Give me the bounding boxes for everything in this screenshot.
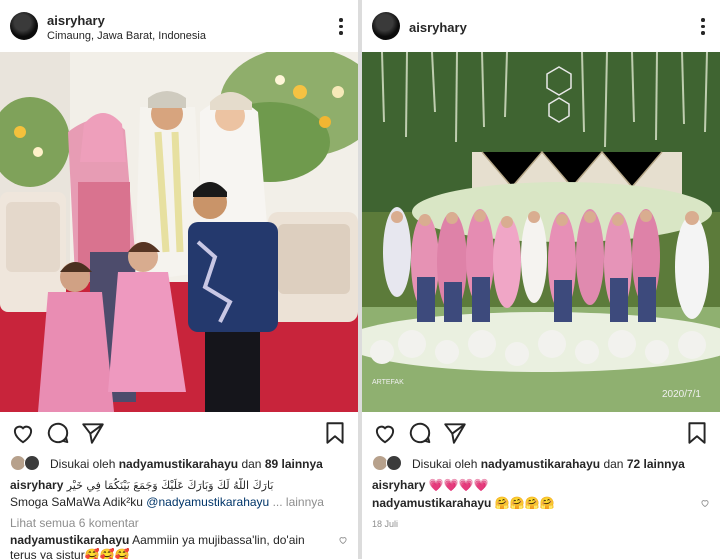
likes-row: Disukai oleh nadyamustikarahayu dan 89 l…: [10, 455, 350, 473]
caption-mention[interactable]: @nadyamustikarahayu: [146, 495, 269, 509]
likes-connector: dan: [603, 457, 624, 471]
likes-row: Disukai oleh nadyamustikarahayu dan 72 l…: [372, 455, 712, 473]
caption-more[interactable]: ... lainnya: [273, 495, 324, 509]
share-icon[interactable]: [80, 420, 106, 446]
bookmark-icon[interactable]: [322, 420, 348, 446]
likes-count[interactable]: 89 lainnya: [265, 457, 323, 471]
caption-line: aisryhary 💗💗💗💗: [372, 478, 692, 492]
post-date: 18 Juli: [372, 519, 399, 529]
action-bar: [0, 420, 358, 448]
post-username[interactable]: aisryhary: [409, 20, 467, 35]
post-header: aisryhary Cimaung, Jawa Barat, Indonesia: [0, 0, 358, 54]
bookmark-icon[interactable]: [684, 420, 710, 446]
comment-icon[interactable]: [45, 420, 71, 446]
comment-icon[interactable]: [407, 420, 433, 446]
liker-username[interactable]: nadyamustikarahayu: [481, 457, 600, 471]
avatar[interactable]: [10, 12, 38, 40]
caption-arabic: بَارَكَ اللَّهُ لَكَ وَبَارَكَ عَلَيْكَ …: [66, 479, 274, 492]
comment-like-heart-icon[interactable]: [700, 498, 710, 508]
photo-watermark: 2020/7/1: [662, 389, 701, 400]
heart-icon[interactable]: [10, 420, 36, 446]
post-right: aisryhary ARTEFAK 2020/7/1 Disukai oleh …: [362, 0, 720, 559]
comment-text: Aammiin ya mujibassa'lin, do'ain: [132, 533, 305, 547]
comment-line: nadyamustikarahayu 🤗🤗🤗🤗: [372, 496, 692, 510]
view-comments-link[interactable]: Lihat semua 6 komentar: [10, 516, 330, 530]
comment-continuation: terus ya sistur🥰🥰🥰: [10, 548, 130, 559]
group-photo: ARTEFAK 2020/7/1: [362, 52, 720, 412]
post-header: aisryhary: [362, 0, 720, 54]
share-icon[interactable]: [442, 420, 468, 446]
liker-avatars[interactable]: [372, 455, 408, 471]
comment-username[interactable]: nadyamustikarahayu: [10, 533, 129, 547]
comment-username[interactable]: nadyamustikarahayu: [372, 496, 491, 510]
heart-icon[interactable]: [372, 420, 398, 446]
wedding-photo: [0, 52, 358, 412]
post-photo[interactable]: ARTEFAK 2020/7/1: [362, 52, 720, 412]
photo-stamp: ARTEFAK: [372, 379, 404, 386]
likes-connector: dan: [241, 457, 262, 471]
caption-text: Smoga SaMaWa Adik²ku: [10, 495, 143, 509]
likes-text: Disukai oleh nadyamustikarahayu dan 72 l…: [412, 457, 685, 471]
liker-username[interactable]: nadyamustikarahayu: [119, 457, 238, 471]
liker-avatar: [24, 455, 40, 471]
comment-line: nadyamustikarahayu Aammiin ya mujibassa'…: [10, 533, 330, 547]
liker-avatar: [386, 455, 402, 471]
more-icon[interactable]: [338, 18, 344, 36]
likes-count[interactable]: 72 lainnya: [627, 457, 685, 471]
post-left: aisryhary Cimaung, Jawa Barat, Indonesia: [0, 0, 358, 559]
likes-prefix: Disukai oleh: [50, 457, 116, 471]
liker-avatars[interactable]: [10, 455, 46, 471]
more-icon[interactable]: [700, 18, 706, 36]
post-location[interactable]: Cimaung, Jawa Barat, Indonesia: [47, 30, 206, 42]
post-username[interactable]: aisryhary: [47, 13, 105, 28]
likes-text: Disukai oleh nadyamustikarahayu dan 89 l…: [50, 457, 323, 471]
comment-like-heart-icon[interactable]: [338, 535, 348, 545]
comment-text: 🤗🤗🤗🤗: [494, 496, 555, 510]
caption-line-2: Smoga SaMaWa Adik²ku @nadyamustikarahayu…: [10, 495, 330, 509]
action-bar: [362, 420, 720, 448]
caption-username[interactable]: aisryhary: [372, 478, 425, 492]
post-photo[interactable]: [0, 52, 358, 412]
likes-prefix: Disukai oleh: [412, 457, 478, 471]
caption-emojis: 💗💗💗💗: [428, 478, 489, 492]
avatar[interactable]: [372, 12, 400, 40]
caption-line-1: aisryhary بَارَكَ اللَّهُ لَكَ وَبَارَكَ…: [10, 478, 330, 492]
caption-username[interactable]: aisryhary: [10, 478, 63, 492]
